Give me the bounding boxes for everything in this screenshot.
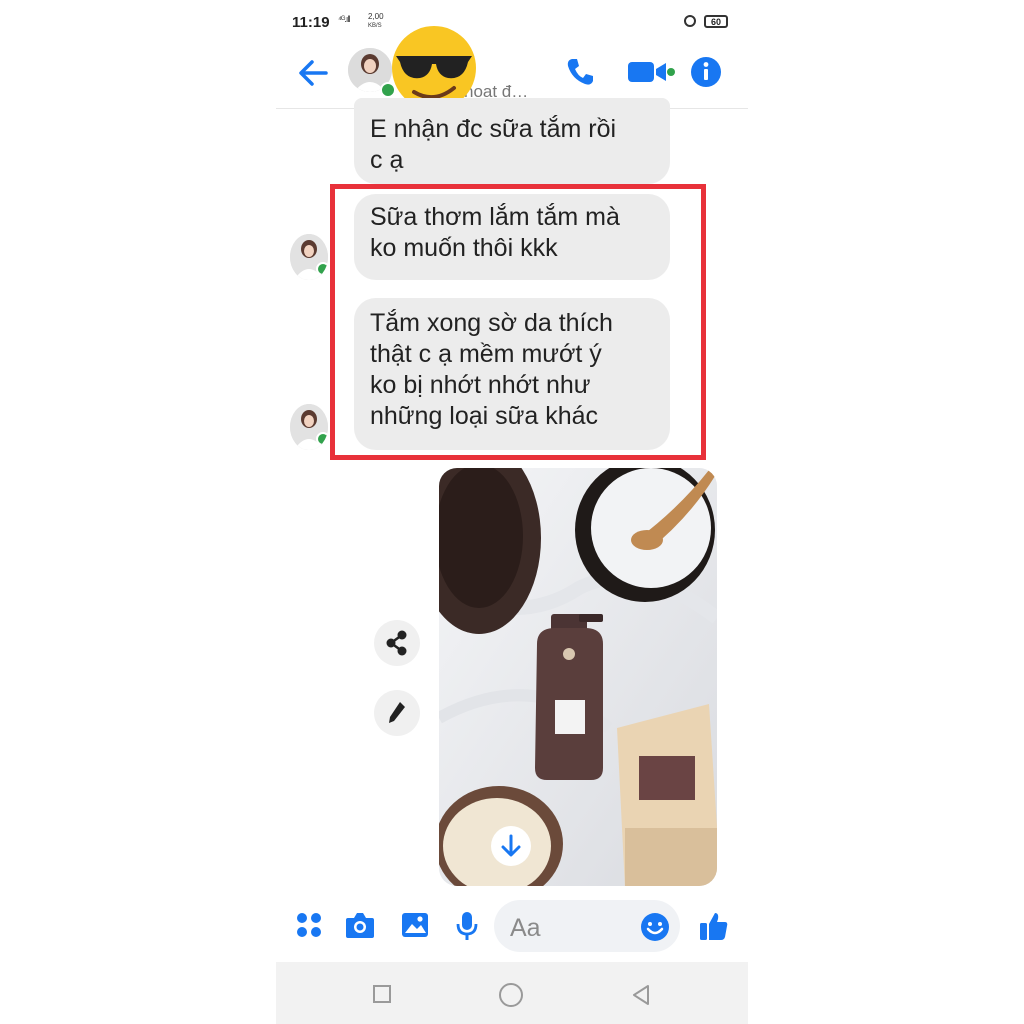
message-input-placeholder: Aa: [510, 914, 541, 942]
download-button[interactable]: [491, 826, 531, 866]
network-speed: 2,00 KB/S: [368, 13, 384, 30]
online-indicator: [316, 262, 328, 276]
edit-button[interactable]: [374, 690, 420, 736]
video-camera-icon[interactable]: [626, 56, 676, 88]
system-navigation-bar: [276, 962, 748, 1024]
highlight-frame: [330, 184, 706, 460]
back-arrow-icon[interactable]: [296, 56, 330, 90]
message-line: E nhận đc sữa tắm rồi: [370, 115, 617, 143]
smiley-icon[interactable]: [640, 912, 670, 942]
sender-avatar[interactable]: [290, 404, 328, 450]
image-icon[interactable]: [400, 910, 430, 940]
photo-message[interactable]: [439, 468, 717, 886]
message-composer: Aa: [276, 896, 748, 958]
four-dots-icon[interactable]: [294, 910, 324, 940]
message-input[interactable]: Aa: [494, 900, 680, 952]
product-photo: [439, 468, 717, 886]
recent-apps-icon[interactable]: [372, 984, 392, 1004]
status-bar: 11:19 ⁴ᴳ.ıll 2,00 KB/S 60: [276, 0, 748, 44]
status-time: 11:19: [292, 14, 330, 31]
microphone-icon[interactable]: [454, 910, 480, 942]
back-triangle-icon[interactable]: [630, 984, 652, 1006]
message-line: c ạ: [370, 146, 404, 174]
home-icon[interactable]: [498, 982, 524, 1008]
battery-indicator: 60: [704, 15, 728, 28]
share-icon: [386, 630, 407, 656]
download-arrow-icon: [501, 834, 521, 857]
camera-icon[interactable]: [344, 910, 376, 940]
sender-avatar[interactable]: [290, 234, 328, 280]
pencil-icon: [389, 702, 405, 723]
share-button[interactable]: [374, 620, 420, 666]
network-speed-value: 2,00: [368, 12, 384, 21]
phone-icon[interactable]: [564, 56, 596, 88]
online-indicator: [316, 432, 328, 446]
signal-indicator: ⁴ᴳ.ıll: [338, 14, 350, 24]
alarm-icon: [684, 15, 696, 27]
thumbs-up-icon[interactable]: [698, 910, 730, 942]
network-speed-unit: KB/S: [368, 23, 382, 29]
message-bubble[interactable]: E nhận đc sữa tắm rồi c ạ: [354, 98, 670, 184]
messenger-screen: 11:19 ⁴ᴳ.ıll 2,00 KB/S 60 hoạt đ… E nhận…: [276, 0, 748, 1024]
info-icon[interactable]: [690, 56, 722, 88]
